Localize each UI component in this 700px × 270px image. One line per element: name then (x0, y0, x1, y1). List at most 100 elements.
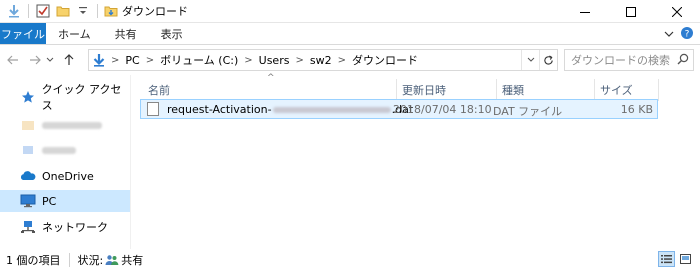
nav-label: PC (42, 194, 57, 208)
nav-blurred-folder[interactable] (0, 114, 130, 136)
address-history-button[interactable] (521, 50, 539, 70)
file-modified: 2018/07/04 18:10 (393, 103, 492, 116)
download-folder-icon (6, 3, 22, 19)
redacted-label (42, 146, 76, 154)
breadcrumb-sw2[interactable]: sw2 (310, 54, 332, 67)
tab-view[interactable]: 表示 (149, 23, 195, 44)
minimize-icon (580, 11, 590, 13)
star-icon (20, 89, 36, 105)
column-resize-handle[interactable] (396, 79, 397, 101)
shared-icon (105, 254, 119, 266)
ribbon-tabs: ファイル ホーム 共有 表示 ? (0, 23, 700, 45)
breadcrumb-pc[interactable]: PC (125, 54, 139, 67)
breadcrumb-separator[interactable]: > (338, 55, 346, 66)
quick-access-toolbar (0, 0, 102, 23)
nav-quick-access[interactable]: クイック アクセス (0, 83, 130, 112)
forward-button[interactable] (26, 51, 44, 69)
network-icon (20, 219, 36, 235)
file-type: DAT ファイル (493, 105, 563, 118)
title-bar: ダウンロード (0, 0, 700, 23)
address-actions (521, 50, 557, 70)
back-arrow-icon (7, 55, 18, 65)
status-state-value: 共有 (121, 253, 144, 267)
chevron-down-icon (46, 57, 54, 62)
close-icon (672, 6, 682, 17)
up-arrow-icon (64, 54, 74, 65)
item-count: 1 個の項目 (6, 253, 61, 267)
ribbon-controls: ? (664, 23, 694, 45)
nav-label: OneDrive (42, 169, 94, 183)
column-resize-handle[interactable] (496, 79, 497, 101)
folder-icon (104, 4, 118, 18)
cloud-folder-icon (20, 117, 36, 133)
recent-locations-button[interactable] (44, 51, 56, 69)
column-header-name[interactable]: 名前 (148, 81, 170, 99)
large-icons-view-icon (680, 254, 691, 264)
expand-ribbon-icon[interactable] (664, 28, 674, 41)
file-list: ^ 名前 更新日時 種類 サイズ request-Activation- . d… (131, 73, 700, 249)
maximize-button[interactable] (608, 0, 654, 23)
maximize-icon (626, 6, 636, 17)
file-name: request-Activation- . dat (167, 103, 413, 116)
nav-network[interactable]: ネットワーク (0, 216, 130, 238)
nav-blurred-dropbox[interactable] (0, 139, 130, 161)
nav-pc[interactable]: PC (0, 190, 130, 212)
column-header-modified[interactable]: 更新日時 (402, 81, 446, 99)
properties-icon[interactable] (35, 3, 51, 19)
breadcrumb-volume-c[interactable]: ボリューム (C:) (160, 52, 238, 68)
tab-file[interactable]: ファイル (0, 23, 46, 44)
customize-toolbar-icon[interactable] (75, 3, 91, 19)
toolbar-divider (97, 4, 98, 18)
download-location-icon (93, 53, 105, 67)
tab-share[interactable]: 共有 (103, 23, 149, 44)
back-button[interactable] (4, 51, 22, 69)
search-icon (677, 53, 689, 68)
search-input[interactable]: ダウンロードの検索 (564, 49, 694, 71)
file-icon (147, 102, 159, 116)
breadcrumb-downloads[interactable]: ダウンロード (352, 52, 418, 68)
help-icon[interactable]: ? (680, 26, 694, 43)
column-header-size[interactable]: サイズ (600, 81, 633, 99)
nav-label: ネットワーク (42, 221, 108, 234)
breadcrumb-users[interactable]: Users (259, 54, 290, 67)
breadcrumb-separator[interactable]: > (146, 55, 154, 66)
refresh-button[interactable] (539, 50, 557, 70)
details-view-button[interactable] (658, 251, 675, 267)
large-icons-view-button[interactable] (677, 251, 694, 267)
file-name-prefix: request-Activation- (167, 103, 272, 116)
up-button[interactable] (60, 51, 78, 69)
nav-onedrive[interactable]: OneDrive (0, 165, 130, 187)
nav-label: クイック アクセス (41, 83, 122, 112)
search-placeholder: ダウンロードの検索 (571, 54, 670, 67)
column-resize-handle[interactable] (594, 79, 595, 101)
breadcrumb-separator[interactable]: > (111, 55, 119, 66)
status-bar: 1 個の項目 状況: 共有 (0, 249, 700, 270)
details-view-icon (661, 255, 672, 264)
new-folder-icon[interactable] (55, 3, 71, 19)
status-state-label: 状況: (77, 253, 104, 267)
file-row[interactable]: request-Activation- . dat 2018/07/04 18:… (140, 99, 658, 119)
window-controls (562, 0, 700, 23)
redacted-filename (272, 106, 391, 113)
breadcrumb-separator[interactable]: > (295, 55, 303, 66)
navigation-pane: クイック アクセス OneDrive PC ネットワーク (0, 75, 130, 249)
breadcrumb-separator[interactable]: > (244, 55, 252, 66)
file-size: 16 KB (620, 103, 653, 116)
forward-arrow-icon (30, 55, 41, 65)
refresh-icon (544, 54, 553, 65)
tab-home[interactable]: ホーム (46, 23, 103, 44)
dropbox-icon (20, 142, 36, 158)
window-title: ダウンロード (122, 5, 188, 18)
minimize-button[interactable] (562, 0, 608, 23)
navigation-row: > PC > ボリューム (C:) > Users > sw2 > ダウンロード… (0, 45, 700, 75)
address-bar[interactable]: > PC > ボリューム (C:) > Users > sw2 > ダウンロード (88, 49, 558, 71)
redacted-label (42, 121, 102, 129)
close-button[interactable] (654, 0, 700, 23)
computer-icon (20, 193, 36, 209)
column-header-type[interactable]: 種類 (502, 81, 524, 99)
column-resize-handle[interactable] (658, 79, 659, 101)
status-divider (68, 252, 70, 267)
view-switcher (658, 251, 694, 267)
sort-ascending-icon: ^ (267, 73, 275, 83)
chevron-down-icon (527, 57, 534, 62)
